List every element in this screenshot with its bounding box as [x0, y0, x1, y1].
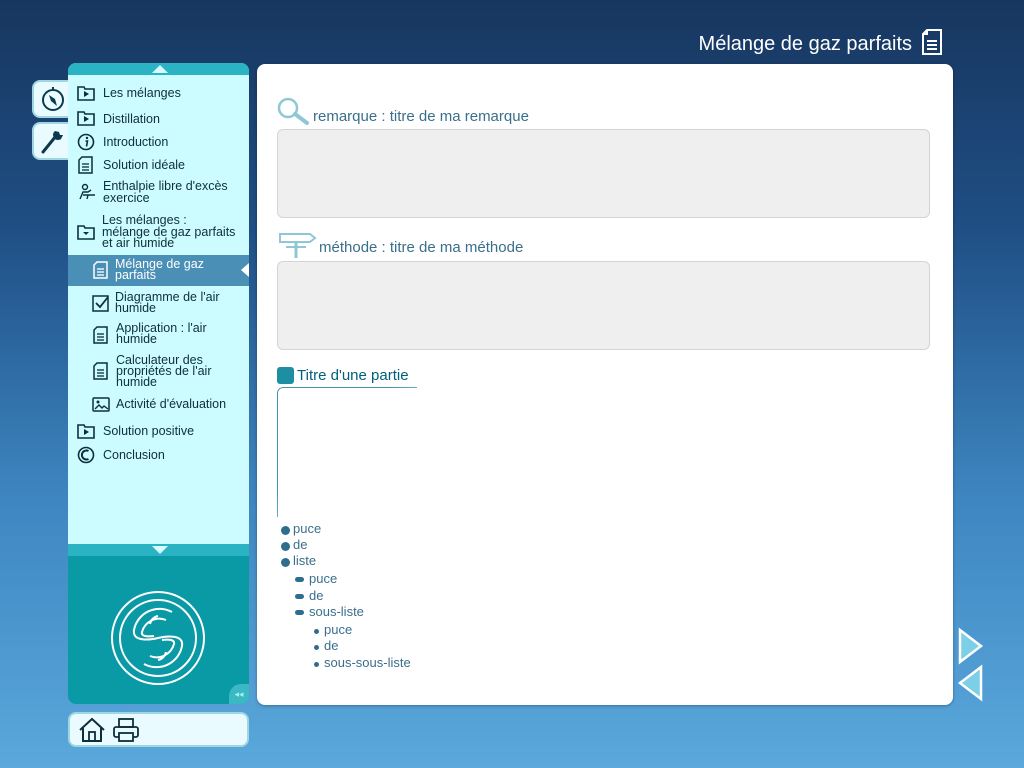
- evaluation-icon: [92, 397, 110, 412]
- compass-icon: [42, 87, 64, 111]
- toc-item-activite-evaluation[interactable]: Activité d'évaluation: [68, 395, 249, 413]
- selection-marker: [241, 263, 249, 277]
- tab-tools[interactable]: [32, 122, 72, 160]
- toc-item-solution-positive[interactable]: Solution positive: [68, 422, 249, 440]
- toc-item-conclusion[interactable]: Conclusion: [68, 446, 249, 464]
- toc-label: parfaits: [115, 268, 156, 282]
- toc-item-solution-ideale[interactable]: Solution idéale: [68, 156, 249, 174]
- list-item: de: [324, 638, 339, 653]
- bullet-level-2: [295, 594, 304, 599]
- home-icon[interactable]: [78, 717, 106, 743]
- toc-item-introduction[interactable]: Introduction: [68, 133, 249, 151]
- document-icon: [93, 261, 108, 279]
- exercise-icon: [79, 183, 95, 200]
- document-icon: [93, 362, 108, 380]
- signpost-icon: [279, 233, 317, 258]
- toc-label: Solution idéale: [103, 158, 186, 172]
- list-item: puce: [293, 521, 322, 536]
- document-icon: [922, 29, 942, 55]
- toc-item-melange-air-humide[interactable]: Les mélanges : mélange de gaz parfaits e…: [68, 214, 249, 250]
- remark-box: [277, 129, 930, 218]
- open-folder-icon: [77, 225, 95, 240]
- tab-compass[interactable]: [32, 80, 72, 118]
- checkbox-icon: [92, 295, 109, 312]
- content-panel: remarque : titre de ma remarque méthode …: [257, 64, 953, 705]
- toc-item-application-air-humide[interactable]: Application : l'air humide: [68, 322, 249, 348]
- bullet-level-1: [281, 542, 290, 551]
- prev-arrow-icon[interactable]: [957, 664, 985, 702]
- play-folder-icon: [77, 111, 95, 126]
- bullet-level-3: [314, 645, 319, 650]
- toc-item-les-melanges[interactable]: Les mélanges: [68, 84, 249, 102]
- bullet-level-3: [314, 629, 319, 634]
- play-folder-icon: [77, 86, 95, 101]
- list-item: puce: [309, 571, 338, 586]
- list-item: sous-liste: [309, 604, 364, 619]
- part-frame: [277, 387, 417, 517]
- toc-label: Les mélanges: [103, 86, 181, 100]
- back-circle-icon: [77, 446, 95, 464]
- part-title-square-icon: [277, 367, 294, 384]
- toc-item-distillation[interactable]: Distillation: [68, 109, 249, 127]
- method-title: méthode : titre de ma méthode: [319, 239, 524, 256]
- scroll-down-bar[interactable]: [68, 544, 249, 556]
- document-icon: [93, 326, 108, 344]
- toolbar-bottom: [68, 712, 249, 747]
- toc-item-melange-gaz-parfaits[interactable]: Mélange de gaz parfaits: [68, 255, 249, 286]
- bullet-level-1: [281, 558, 290, 567]
- info-icon: [77, 133, 95, 151]
- method-box: [277, 261, 930, 350]
- toc-item-calculateur[interactable]: Calculateur des propriétés de l'air humi…: [68, 354, 249, 390]
- toc-label: humide: [115, 301, 156, 315]
- double-chevron-left-icon: ◂◂: [234, 688, 244, 699]
- scroll-up-bar[interactable]: [68, 63, 249, 75]
- remark-title: remarque : titre de ma remarque: [313, 108, 529, 125]
- magnifier-icon: [277, 97, 309, 125]
- collapse-panel-button[interactable]: ◂◂: [229, 684, 249, 704]
- logo-icon: [111, 591, 205, 685]
- next-arrow-icon[interactable]: [957, 627, 985, 665]
- toc-label: et air humide: [102, 236, 175, 250]
- toc-label: Activité d'évaluation: [116, 397, 227, 411]
- bullet-level-1: [281, 526, 290, 535]
- bullet-level-3: [314, 662, 319, 667]
- list-item: de: [293, 537, 308, 552]
- toc-label: Distillation: [103, 112, 160, 126]
- toc-label: Solution positive: [103, 424, 195, 438]
- table-of-contents: Les mélanges Distillation Introduction S…: [68, 63, 249, 556]
- page-title: Mélange de gaz parfaits: [698, 33, 912, 55]
- toc-label: Conclusion: [103, 448, 165, 462]
- play-folder-icon: [77, 424, 95, 439]
- list-item: liste: [293, 553, 317, 568]
- list-item: de: [309, 588, 324, 603]
- toc-item-enthalpie[interactable]: Enthalpie libre d'excès exercice: [68, 180, 249, 204]
- toc-label: exercice: [103, 191, 150, 205]
- toc-label: Introduction: [103, 135, 169, 149]
- toc-label: humide: [116, 375, 157, 389]
- toc-label: humide: [116, 332, 157, 346]
- list-item: sous-sous-liste: [324, 655, 411, 670]
- bullet-level-2: [295, 610, 304, 615]
- part-title: Titre d'une partie: [297, 367, 409, 384]
- bullet-level-2: [295, 577, 304, 582]
- wrench-icon: [41, 131, 63, 154]
- document-icon: [78, 156, 93, 174]
- scroll-down-icon: [152, 546, 168, 554]
- print-icon[interactable]: [112, 717, 140, 743]
- toc-item-diagramme-air-humide[interactable]: Diagramme de l'air humide: [68, 291, 249, 317]
- list-item: puce: [324, 622, 353, 637]
- scroll-up-icon: [152, 65, 168, 73]
- logo-panel: ◂◂: [68, 556, 249, 704]
